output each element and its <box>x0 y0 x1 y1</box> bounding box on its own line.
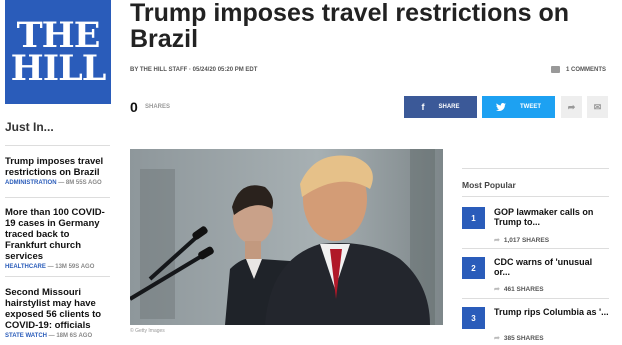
divider <box>462 248 609 249</box>
sidebar-meta: ADMINISTRATION — 8M 55S AGO <box>5 180 110 186</box>
divider <box>5 276 110 277</box>
share-count: ➦ 385 SHARES <box>494 334 544 343</box>
share-count-text: 385 SHARES <box>503 334 544 342</box>
comment-icon <box>551 66 560 73</box>
rank-badge: 3 <box>462 307 485 329</box>
share-count: 0 <box>130 99 138 115</box>
share-count-text: 1,017 SHARES <box>503 236 550 244</box>
timestamp: — 8M 55S AGO <box>58 180 102 186</box>
category-link[interactable]: ADMINISTRATION <box>5 180 57 186</box>
most-popular-heading: Most Popular <box>462 180 516 190</box>
most-popular-headline[interactable]: Trump rips Columbia as '... <box>494 307 609 317</box>
mail-icon: ✉ <box>593 101 602 112</box>
article-title: Trump imposes travel restrictions on Bra… <box>130 0 570 53</box>
sidebar-story-3[interactable]: Second Missouri hairstylist may have exp… <box>5 287 110 339</box>
email-share-button[interactable]: ✉ <box>587 96 608 118</box>
comments-link[interactable]: 1 COMMENTS <box>551 66 606 73</box>
facebook-share-label: SHARE <box>438 104 460 110</box>
sidebar-story-1[interactable]: Trump imposes travel restrictions on Bra… <box>5 156 110 186</box>
category-link[interactable]: HEALTHCARE <box>5 264 46 270</box>
just-in-heading: Just In... <box>5 120 54 134</box>
facebook-share-button[interactable]: f SHARE <box>404 96 477 118</box>
byline: BY THE HILL STAFF · 05/24/20 05:20 PM ED… <box>130 67 258 73</box>
share-count: ➦ 461 SHARES <box>494 285 544 294</box>
more-share-button[interactable]: ➦ <box>561 96 582 118</box>
site-logo[interactable]: THE HILL <box>5 0 111 104</box>
share-count-label: SHARES <box>145 104 171 110</box>
twitter-share-button[interactable]: TWEET <box>482 96 555 118</box>
category-link[interactable]: STATE WATCH <box>5 333 47 339</box>
article-photo <box>130 149 443 325</box>
most-popular-headline[interactable]: GOP lawmaker calls on Trump to... <box>494 207 609 227</box>
share-arrow-icon: ➦ <box>494 335 500 342</box>
rank-badge: 2 <box>462 257 485 279</box>
divider <box>5 197 110 198</box>
divider <box>462 196 609 197</box>
divider <box>462 168 609 169</box>
timestamp: — 13M 59S AGO <box>47 264 95 270</box>
logo-line-2: HILL <box>10 48 107 89</box>
sidebar-headline[interactable]: Trump imposes travel restrictions on Bra… <box>5 156 110 178</box>
facebook-icon: f <box>421 102 425 112</box>
divider <box>5 145 110 146</box>
sidebar-meta: HEALTHCARE — 13M 59S AGO <box>5 264 110 270</box>
share-arrow-icon: ➦ <box>494 237 500 244</box>
photo-credit: © Getty Images <box>130 328 165 334</box>
share-count-text: 461 SHARES <box>503 285 544 293</box>
twitter-share-label: TWEET <box>520 104 541 110</box>
sidebar-headline[interactable]: Second Missouri hairstylist may have exp… <box>5 287 110 331</box>
comments-count: 1 COMMENTS <box>566 66 607 73</box>
sidebar-headline[interactable]: More than 100 COVID-19 cases in Germany … <box>5 207 110 262</box>
share-arrow-icon: ➦ <box>567 101 576 112</box>
divider <box>462 298 609 299</box>
twitter-icon <box>496 103 506 111</box>
sidebar-story-2[interactable]: More than 100 COVID-19 cases in Germany … <box>5 207 110 270</box>
most-popular-headline[interactable]: CDC warns of 'unusual or... <box>494 257 609 277</box>
timestamp: — 18M 6S AGO <box>48 333 93 339</box>
rank-badge: 1 <box>462 207 485 229</box>
share-arrow-icon: ➦ <box>494 286 500 293</box>
photo-illustration <box>130 149 443 325</box>
share-count: ➦ 1,017 SHARES <box>494 236 550 245</box>
sidebar-meta: STATE WATCH — 18M 6S AGO <box>5 333 110 339</box>
